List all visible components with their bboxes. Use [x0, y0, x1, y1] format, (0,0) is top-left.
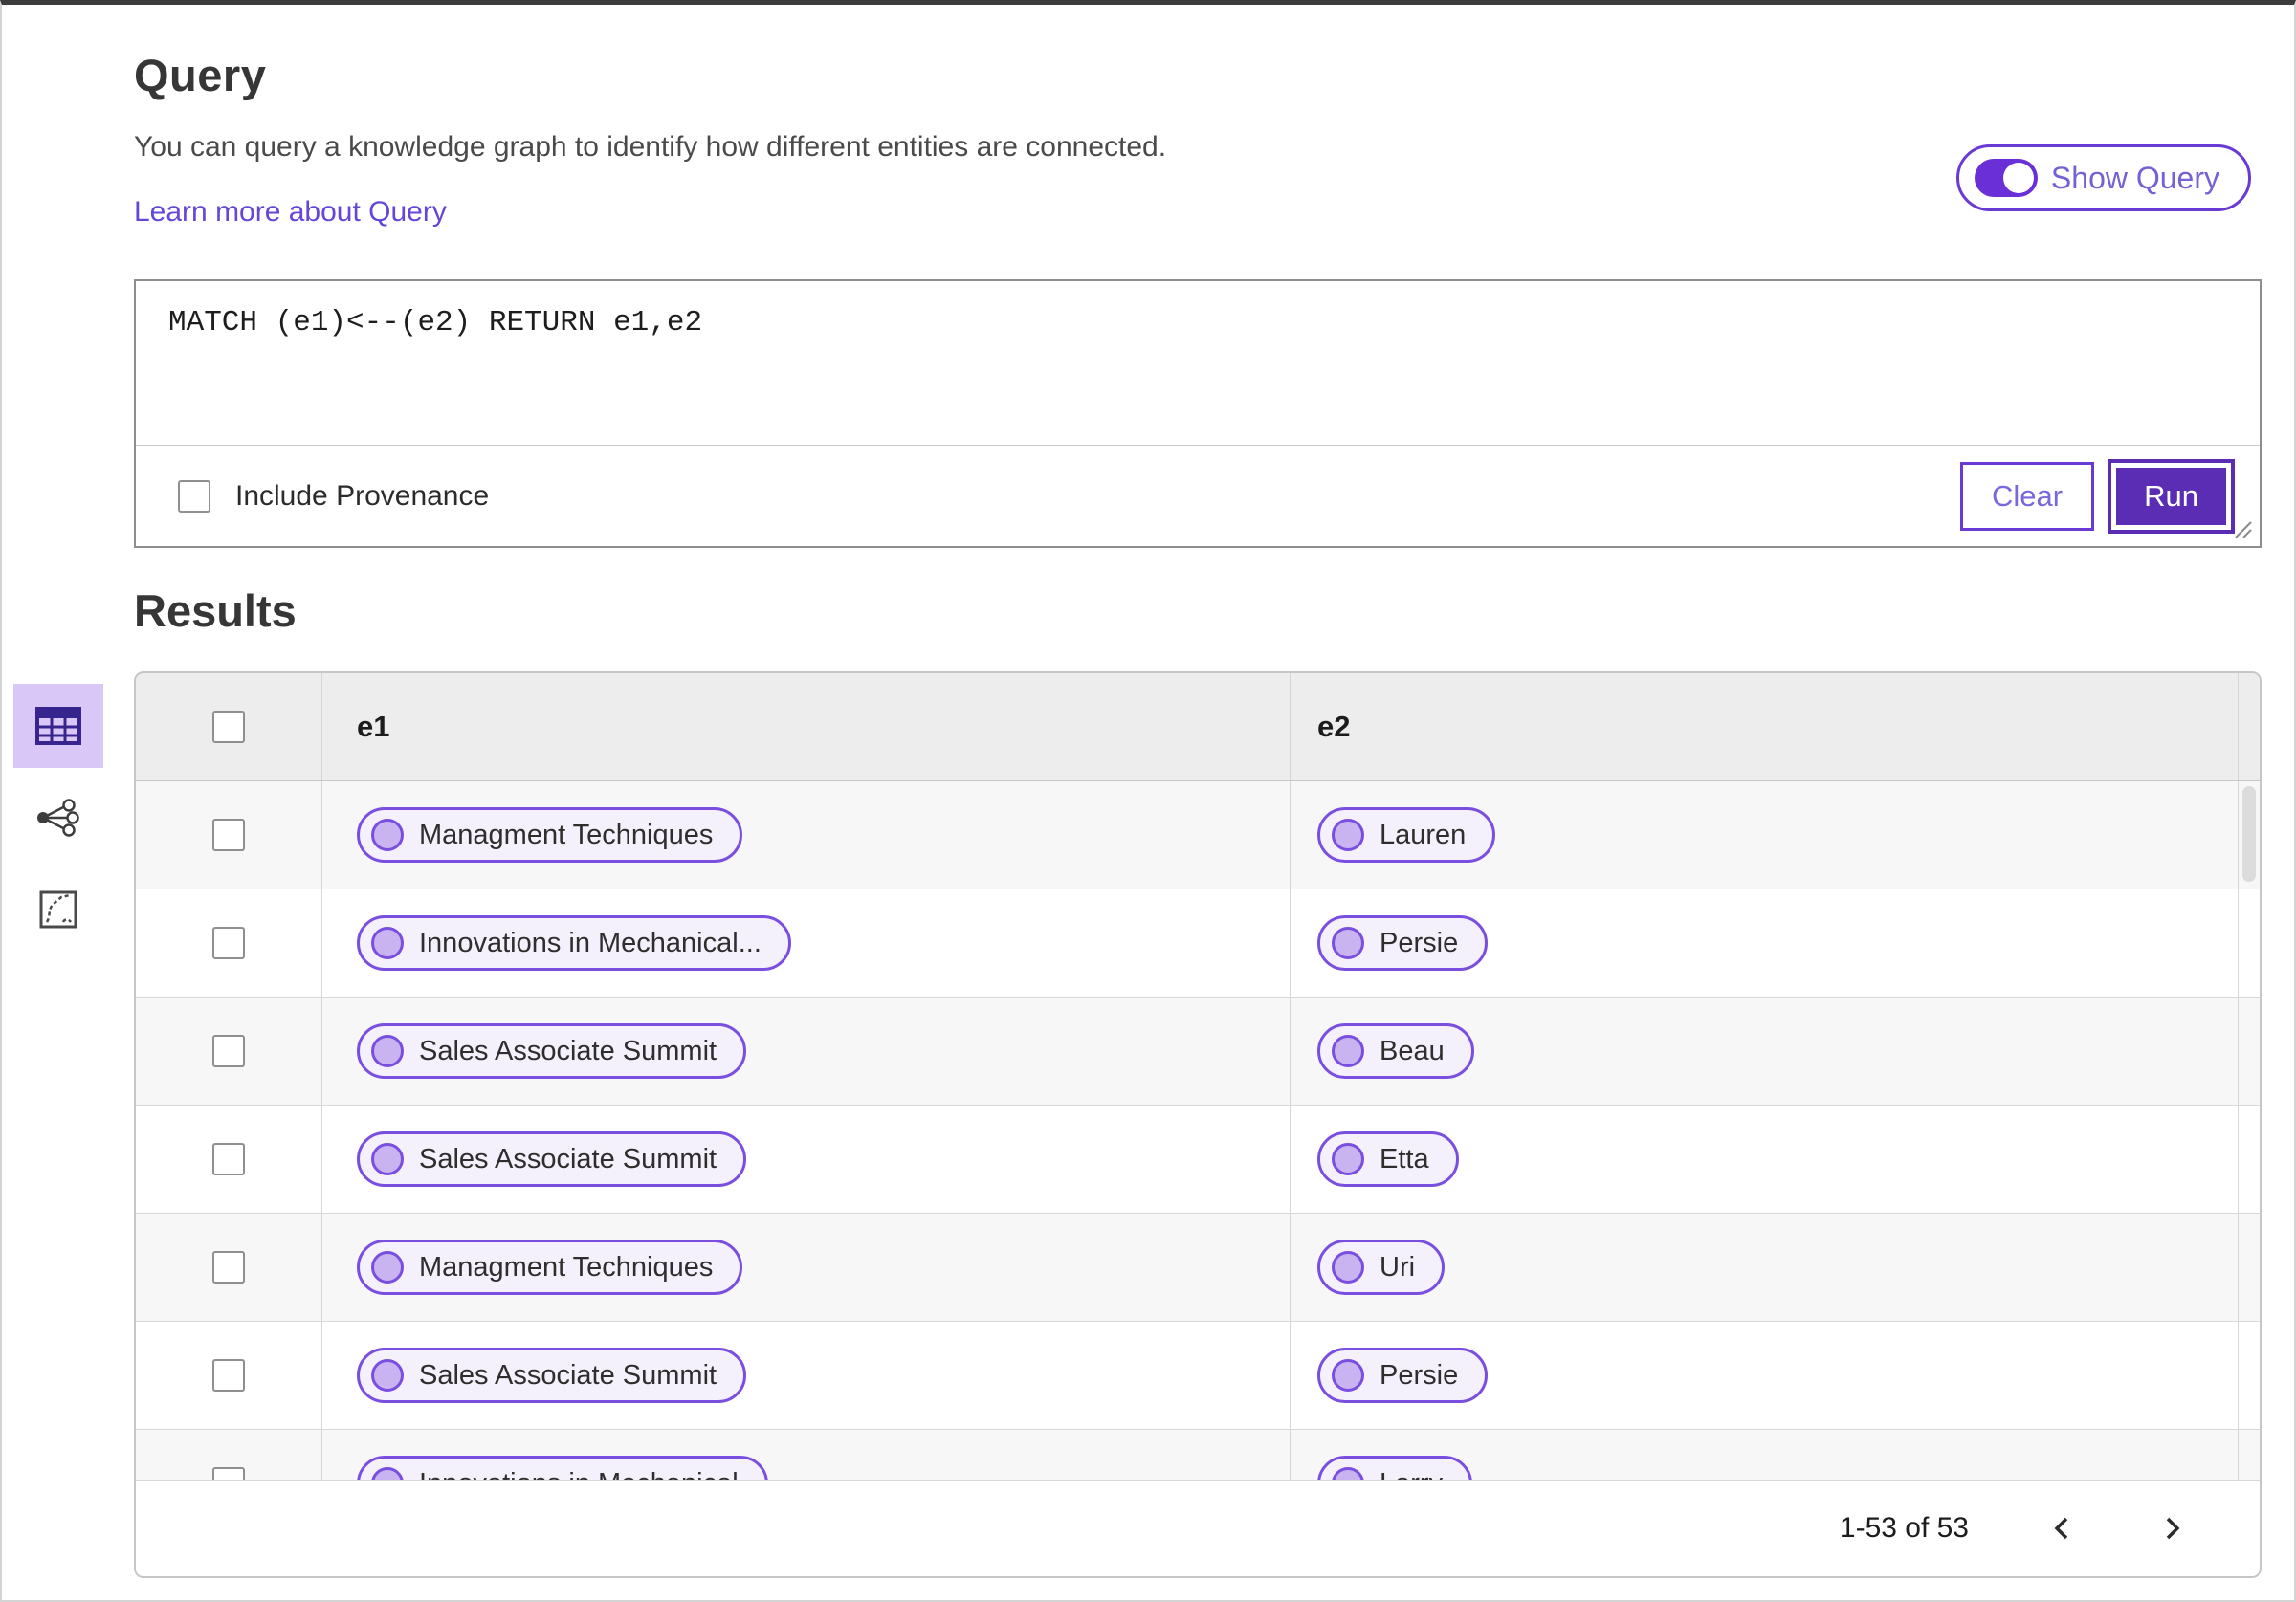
entity-label: Managment Techniques [419, 819, 714, 850]
entity-circle-icon [1332, 1359, 1364, 1392]
entity-label: Innovations in Mechanical... [419, 927, 762, 958]
query-textarea[interactable]: MATCH (e1)<--(e2) RETURN e1,e2 [136, 281, 2260, 446]
entity-pill-e1[interactable]: Sales Associate Summit [357, 1131, 747, 1187]
select-all-checkbox[interactable] [212, 711, 245, 743]
table-row: Sales Associate Summit Persie [136, 1322, 2260, 1430]
chevron-right-icon [2166, 1517, 2180, 1540]
row-checkbox[interactable] [212, 1035, 245, 1067]
entity-pill-e2[interactable]: Lauren [1317, 807, 1496, 863]
results-view-switcher [13, 684, 103, 952]
entity-label: Innovations in Mechanical [419, 1468, 739, 1481]
map-view-icon [39, 890, 77, 929]
entity-circle-icon [371, 819, 404, 851]
graph-view-icon [37, 799, 79, 837]
table-view-button[interactable] [13, 684, 103, 768]
learn-more-link[interactable]: Learn more about Query [134, 196, 447, 229]
include-provenance-label: Include Provenance [235, 479, 490, 512]
entity-pill-e2[interactable]: Larry [1317, 1456, 1473, 1481]
run-button[interactable]: Run [2108, 458, 2235, 534]
row-checkbox[interactable] [212, 1359, 245, 1392]
entity-circle-icon [371, 927, 404, 959]
entity-label: Larry [1380, 1468, 1443, 1481]
entity-circle-icon [371, 1467, 404, 1480]
table-row: Sales Associate Summit Etta [136, 1106, 2260, 1214]
table-row: Innovations in Mechanical... Persie [136, 889, 2260, 998]
page-description: You can query a knowledge graph to ident… [134, 131, 1167, 163]
clear-button[interactable]: Clear [1960, 461, 2095, 531]
entity-circle-icon [1332, 1035, 1364, 1067]
entity-label: Persie [1380, 927, 1459, 958]
graph-view-button[interactable] [13, 776, 103, 860]
previous-page-button[interactable] [2043, 1507, 2080, 1549]
results-title: Results [134, 585, 297, 636]
row-checkbox[interactable] [212, 1251, 245, 1284]
entity-circle-icon [1332, 1143, 1364, 1175]
entity-label: Sales Associate Summit [419, 1359, 718, 1391]
entity-label: Sales Associate Summit [419, 1143, 718, 1174]
page-title: Query [134, 50, 267, 100]
table-row: Innovations in Mechanical Larry [136, 1430, 2260, 1480]
entity-pill-e1[interactable]: Innovations in Mechanical... [357, 915, 791, 971]
toggle-switch-icon[interactable] [1974, 159, 2038, 197]
entity-circle-icon [1332, 927, 1364, 959]
results-table: e1 e2 Managment Techniques Lauren Innova… [134, 671, 2262, 1578]
entity-circle-icon [1332, 1251, 1364, 1284]
entity-circle-icon [371, 1143, 404, 1175]
entity-circle-icon [371, 1359, 404, 1392]
next-page-button[interactable] [2154, 1507, 2191, 1549]
pagination-range-label: 1-53 of 53 [1839, 1512, 1969, 1544]
entity-pill-e1[interactable]: Innovations in Mechanical [357, 1456, 768, 1480]
map-view-button[interactable] [13, 867, 103, 952]
column-header-e2: e2 [1317, 710, 1351, 743]
query-panel: MATCH (e1)<--(e2) RETURN e1,e2 Include P… [134, 279, 2262, 548]
table-scrollbar[interactable] [2242, 786, 2256, 882]
table-header-row: e1 e2 [136, 673, 2260, 781]
entity-pill-e2[interactable]: Beau [1317, 1023, 1474, 1079]
knowledge-graph-query-page: Query You can query a knowledge graph to… [0, 0, 2296, 1602]
row-checkbox[interactable] [212, 927, 245, 959]
entity-label: Managment Techniques [419, 1251, 714, 1283]
entity-pill-e1[interactable]: Managment Techniques [357, 807, 743, 863]
entity-label: Etta [1380, 1143, 1429, 1174]
show-query-toggle[interactable]: Show Query [1955, 144, 2251, 211]
entity-circle-icon [371, 1035, 404, 1067]
resize-handle-icon[interactable] [2231, 517, 2254, 540]
row-checkbox[interactable] [212, 1143, 245, 1175]
entity-circle-icon [1332, 1467, 1364, 1480]
include-provenance-checkbox[interactable] [178, 479, 210, 513]
entity-label: Uri [1380, 1251, 1416, 1283]
entity-label: Lauren [1380, 819, 1467, 850]
table-row: Managment Techniques Lauren [136, 781, 2260, 889]
entity-label: Sales Associate Summit [419, 1035, 718, 1066]
entity-circle-icon [1332, 819, 1364, 851]
entity-label: Persie [1380, 1359, 1459, 1391]
entity-pill-e2[interactable]: Persie [1317, 915, 1489, 971]
entity-pill-e1[interactable]: Sales Associate Summit [357, 1023, 747, 1079]
table-row: Managment Techniques Uri [136, 1214, 2260, 1322]
entity-pill-e1[interactable]: Managment Techniques [357, 1240, 743, 1295]
column-header-e1: e1 [357, 710, 390, 743]
entity-pill-e2[interactable]: Persie [1317, 1348, 1489, 1403]
entity-label: Beau [1380, 1035, 1445, 1066]
table-pagination: 1-53 of 53 [136, 1480, 2260, 1576]
entity-circle-icon [371, 1251, 404, 1284]
table-body: Managment Techniques Lauren Innovations … [136, 781, 2260, 1480]
row-checkbox[interactable] [212, 819, 245, 851]
table-view-icon [35, 707, 81, 745]
entity-pill-e1[interactable]: Sales Associate Summit [357, 1348, 747, 1403]
chevron-left-icon [2054, 1517, 2068, 1540]
table-row: Sales Associate Summit Beau [136, 998, 2260, 1106]
entity-pill-e2[interactable]: Uri [1317, 1240, 1446, 1295]
show-query-label: Show Query [2050, 160, 2219, 195]
entity-pill-e2[interactable]: Etta [1317, 1131, 1459, 1187]
query-controls-bar: Include Provenance Clear Run [136, 446, 2260, 546]
row-checkbox[interactable] [212, 1467, 245, 1480]
